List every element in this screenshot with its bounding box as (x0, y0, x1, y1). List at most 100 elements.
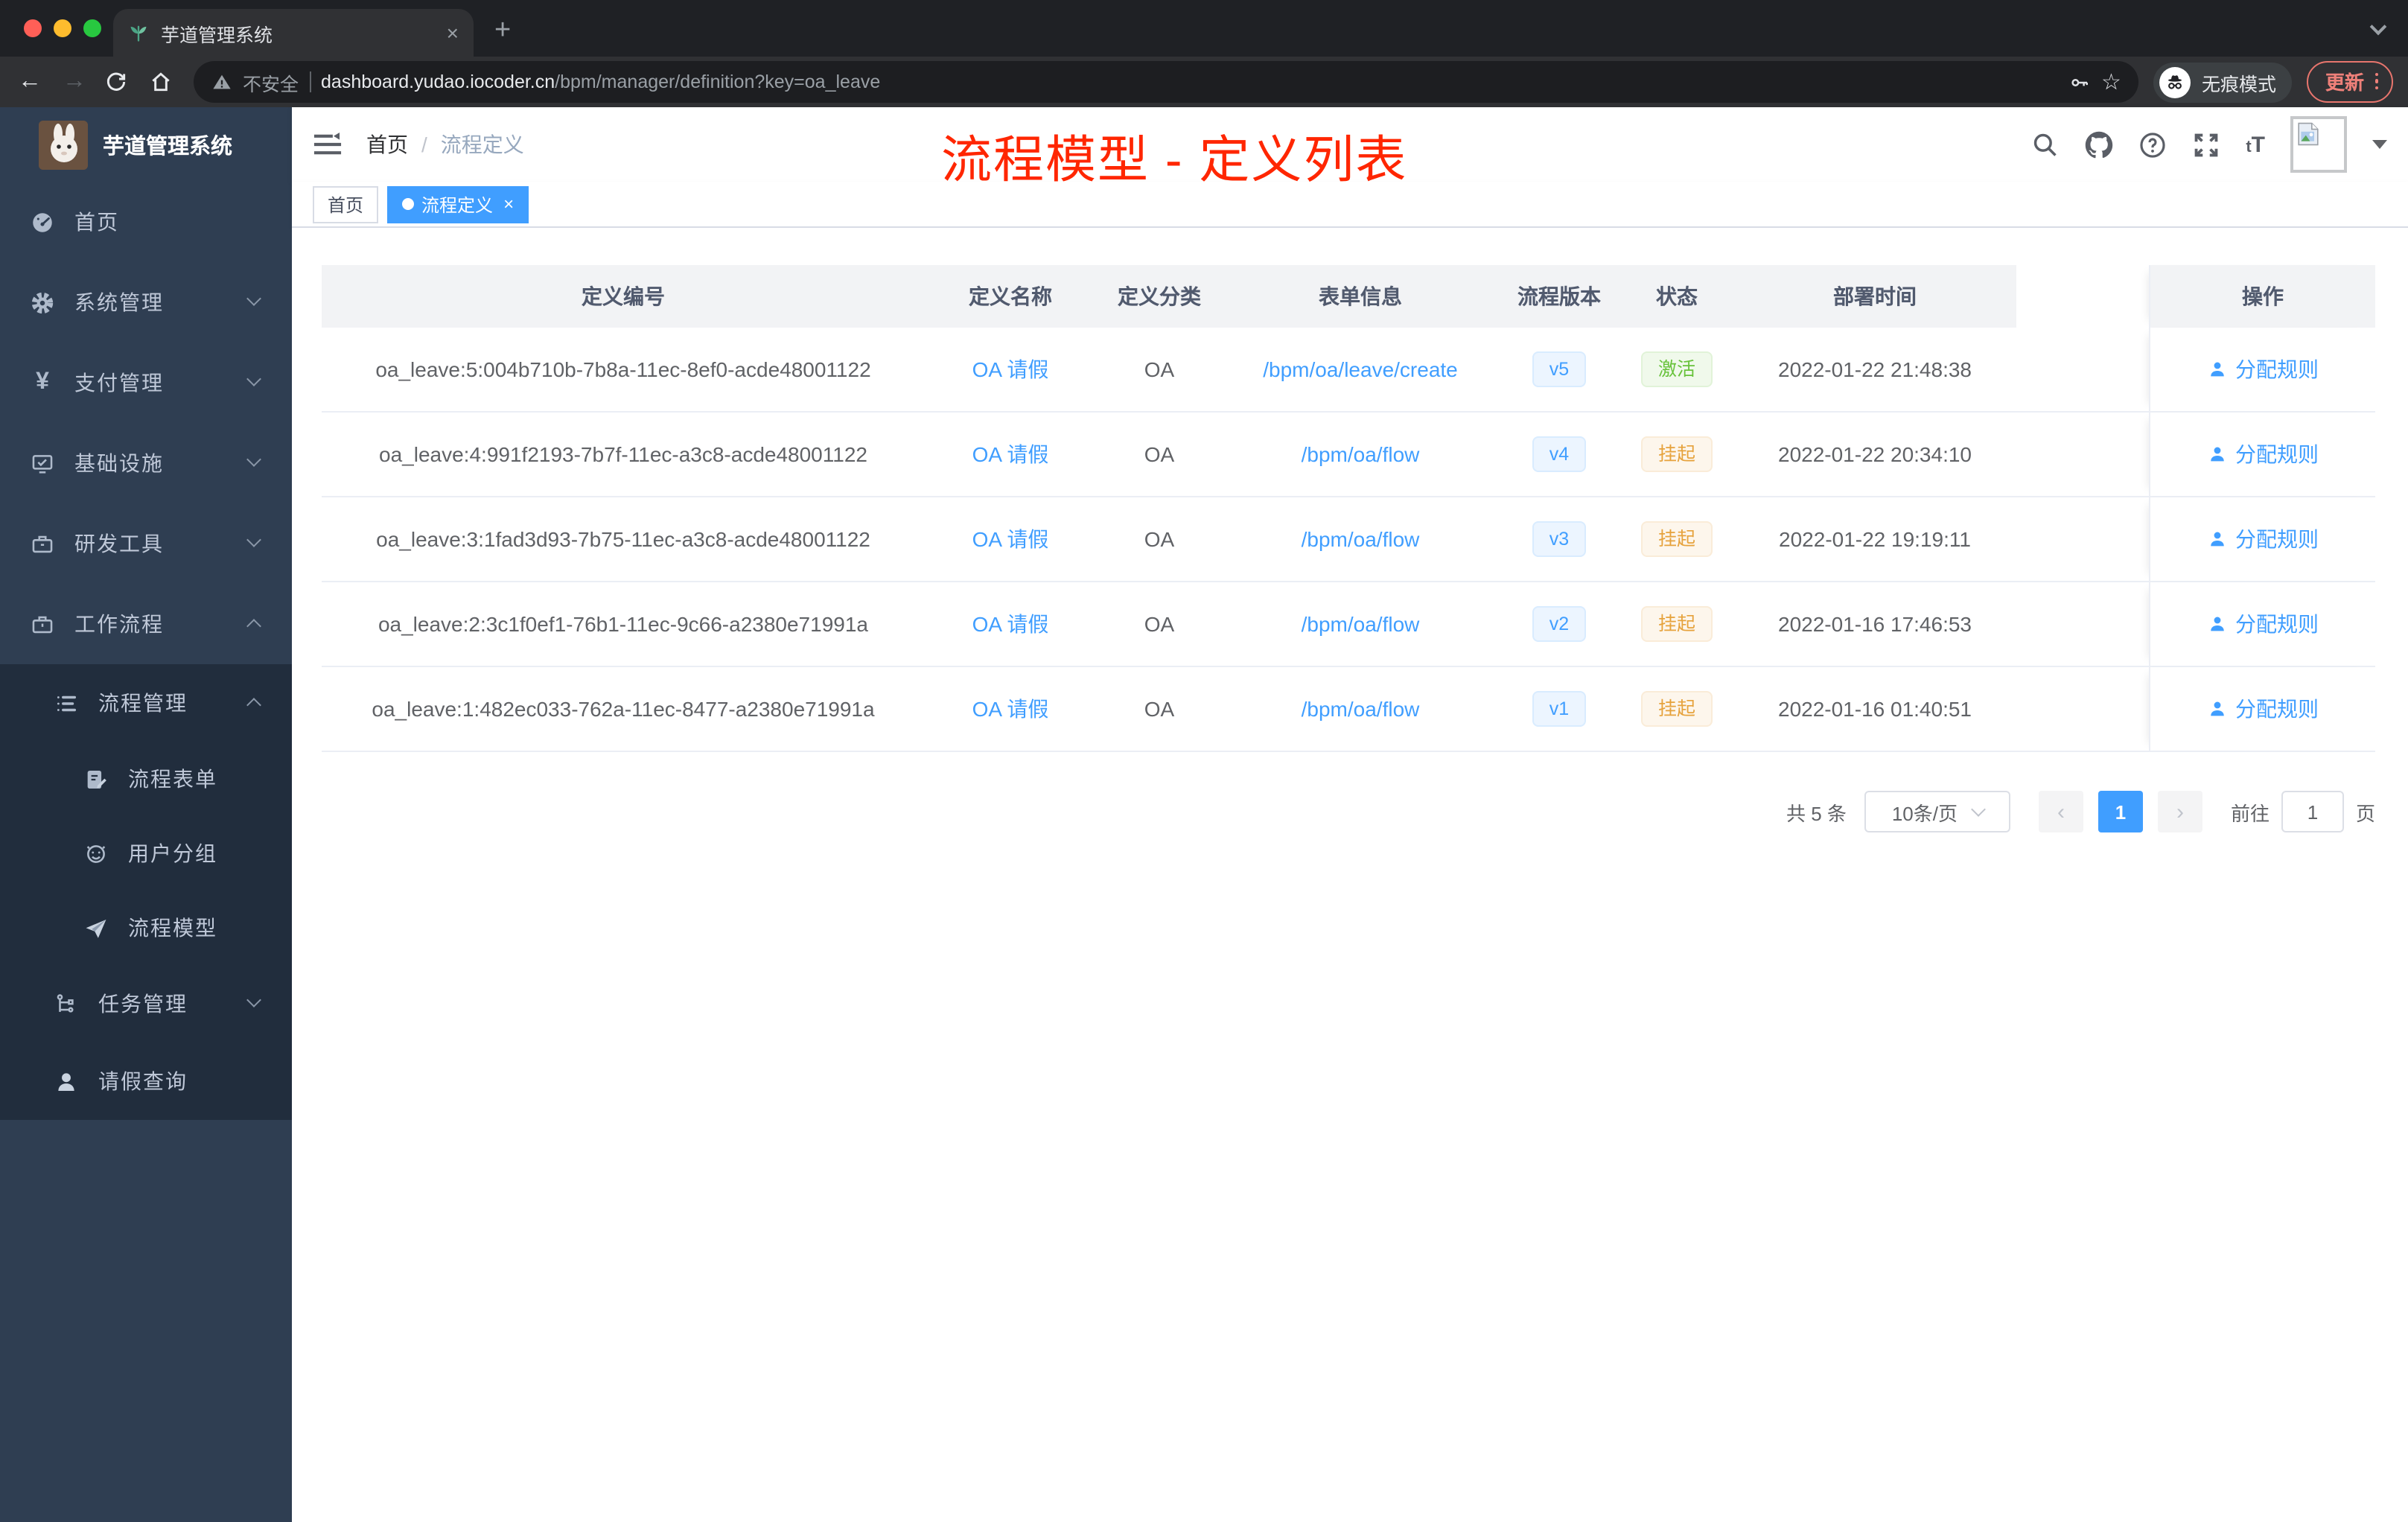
version-badge[interactable]: v1 (1532, 690, 1586, 727)
page-1-button[interactable]: 1 (2098, 791, 2143, 832)
reload-button[interactable] (104, 70, 134, 94)
sidebar-item-label: 工作流程 (74, 612, 164, 636)
definition-name-link[interactable]: OA 请假 (972, 357, 1049, 381)
sidebar-item-payment[interactable]: ¥ 支付管理 (0, 343, 292, 423)
cell-definition-id: oa_leave:1:482ec033-762a-11ec-8477-a2380… (372, 697, 875, 721)
cell-deploy-time: 2022-01-22 20:34:10 (1778, 442, 1972, 466)
definition-name-link[interactable]: OA 请假 (972, 612, 1049, 636)
update-label[interactable]: 更新 (2325, 67, 2364, 95)
gear-icon (30, 290, 55, 315)
form-link[interactable]: /bpm/oa/flow (1302, 612, 1420, 636)
goto-page-input[interactable]: 1 (2281, 791, 2344, 832)
version-badge[interactable]: v5 (1532, 351, 1586, 388)
assign-rule-link[interactable]: 分配规则 (2235, 354, 2319, 384)
cell-deploy-time: 2022-01-16 17:46:53 (1778, 612, 1972, 636)
cell-category: OA (1144, 527, 1175, 551)
tag-home[interactable]: 首页 (313, 185, 379, 223)
version-badge[interactable]: v2 (1532, 605, 1586, 643)
monitor-icon (30, 450, 55, 476)
home-button[interactable] (149, 70, 179, 94)
chevron-down-icon (246, 452, 261, 467)
password-key-icon[interactable] (2068, 71, 2091, 93)
bookmark-star-icon[interactable]: ☆ (2101, 69, 2121, 95)
sidebar-logo[interactable]: 芋道管理系统 (0, 107, 292, 182)
col-process-version: 流程版本 (1517, 284, 1601, 308)
assign-rule-link[interactable]: 分配规则 (2235, 524, 2319, 554)
security-label[interactable]: 不安全 (243, 68, 299, 96)
page-size-value: 10条/页 (1891, 802, 1958, 824)
col-status: 状态 (1656, 284, 1698, 308)
definition-name-link[interactable]: OA 请假 (972, 442, 1049, 466)
form-link[interactable]: /bpm/oa/flow (1302, 442, 1420, 466)
tab-search-chevron-icon[interactable] (2369, 18, 2387, 36)
page-unit-label: 页 (2355, 802, 2375, 824)
status-badge: 挂起 (1641, 520, 1712, 558)
sidebar-item-label: 系统管理 (74, 290, 164, 314)
window-controls[interactable] (24, 19, 101, 37)
sidebar-item-leave-query[interactable]: 请假查询 (0, 1042, 292, 1120)
browser-menu-icon[interactable] (2374, 72, 2378, 90)
next-page-button[interactable]: › (2157, 791, 2202, 832)
help-icon[interactable] (2138, 130, 2167, 159)
page-size-select[interactable]: 10条/页 (1864, 791, 2010, 832)
sidebar-item-label: 任务管理 (98, 992, 188, 1016)
tag-close-icon[interactable]: × (503, 194, 514, 214)
sidebar-item-infra[interactable]: 基础设施 (0, 423, 292, 503)
tree-icon (54, 991, 79, 1016)
url-path[interactable]: /bpm/manager/definition?key=oa_leave (555, 71, 880, 92)
page-content: 定义编号 定义名称 定义分类 表单信息 流程版本 状态 部署时间 操作 oa_l… (292, 228, 2408, 1522)
back-button[interactable]: ← (15, 69, 45, 95)
cell-deploy-time: 2022-01-22 19:19:11 (1779, 527, 1971, 551)
github-icon[interactable] (2085, 130, 2113, 159)
font-size-icon[interactable]: tT (2246, 132, 2265, 157)
new-tab-button[interactable]: + (494, 15, 511, 48)
breadcrumb-current: 流程定义 (440, 133, 524, 156)
form-edit-icon (83, 766, 109, 792)
sidebar-collapse-icon[interactable] (313, 133, 343, 156)
user-icon (2207, 359, 2228, 380)
definition-name-link[interactable]: OA 请假 (972, 527, 1049, 551)
window-zoom-button[interactable] (83, 19, 101, 37)
sidebar-item-home[interactable]: 首页 (0, 182, 292, 262)
breadcrumb: 首页 / 流程定义 (366, 130, 524, 159)
sidebar-item-process-model[interactable]: 流程模型 (0, 891, 292, 965)
window-close-button[interactable] (24, 19, 42, 37)
sidebar-item-devtools[interactable]: 研发工具 (0, 503, 292, 584)
breadcrumb-home[interactable]: 首页 (366, 130, 408, 159)
omnibox-divider (309, 71, 311, 92)
version-badge[interactable]: v3 (1532, 520, 1586, 558)
assign-rule-link[interactable]: 分配规则 (2235, 609, 2319, 639)
form-link[interactable]: /bpm/oa/leave/create (1263, 357, 1458, 381)
prev-page-button[interactable]: ‹ (2038, 791, 2083, 832)
sidebar-item-process-mgmt[interactable]: 流程管理 (0, 664, 292, 742)
window-minimize-button[interactable] (54, 19, 71, 37)
sidebar-item-process-form[interactable]: 流程表单 (0, 742, 292, 816)
definition-name-link[interactable]: OA 请假 (972, 697, 1049, 721)
browser-tab[interactable]: 芋道管理系统 × (113, 9, 474, 57)
sidebar-item-workflow[interactable]: 工作流程 (0, 584, 292, 664)
tag-process-definition[interactable]: 流程定义 × (387, 185, 529, 223)
address-bar[interactable]: 不安全 dashboard.yudao.iocoder.cn /bpm/mana… (194, 61, 2139, 103)
chevron-down-icon (246, 993, 261, 1007)
form-link[interactable]: /bpm/oa/flow (1302, 697, 1420, 721)
fullscreen-icon[interactable] (2192, 130, 2220, 159)
assign-rule-link[interactable]: 分配规则 (2235, 694, 2319, 724)
sidebar-item-system[interactable]: 系统管理 (0, 262, 292, 343)
avatar-broken-image[interactable] (2290, 116, 2347, 173)
form-link[interactable]: /bpm/oa/flow (1302, 527, 1420, 551)
workflow-submenu: 流程管理 流程表单 用户分组 流程模型 任务管理 请假查询 (0, 664, 292, 1120)
browser-update-button[interactable]: 更新 (2307, 61, 2393, 103)
user-icon (2207, 698, 2228, 719)
sidebar-item-task-mgmt[interactable]: 任务管理 (0, 965, 292, 1042)
tab-close-icon[interactable]: × (447, 22, 459, 43)
breadcrumb-separator: / (421, 133, 427, 156)
version-badge[interactable]: v4 (1532, 436, 1586, 473)
sidebar-item-label: 用户分组 (128, 841, 217, 865)
status-badge: 挂起 (1641, 690, 1712, 727)
assign-rule-link[interactable]: 分配规则 (2235, 439, 2319, 469)
url-domain[interactable]: dashboard.yudao.iocoder.cn (321, 71, 555, 92)
sidebar-item-user-group[interactable]: 用户分组 (0, 816, 292, 891)
forward-button[interactable]: → (60, 69, 89, 95)
search-icon[interactable] (2031, 130, 2060, 159)
avatar-caret-icon[interactable] (2372, 140, 2387, 156)
